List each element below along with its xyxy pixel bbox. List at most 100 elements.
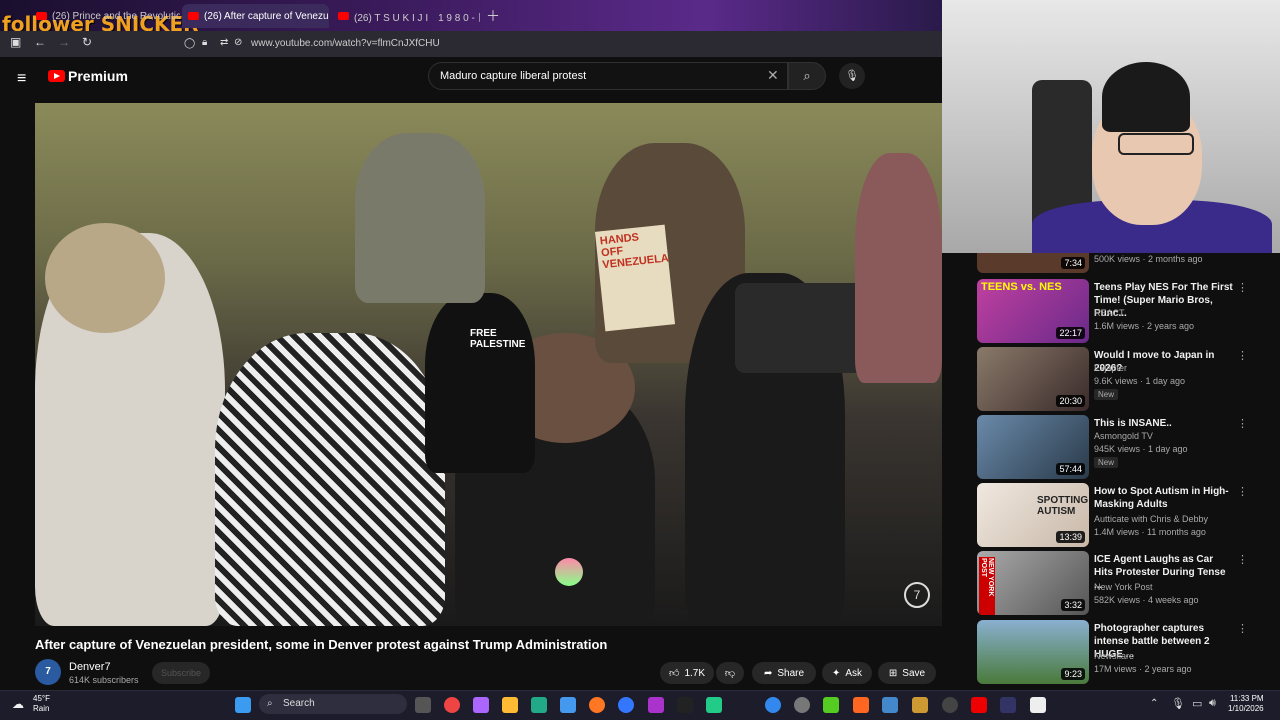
- permissions-icon[interactable]: ⇄: [220, 37, 228, 48]
- video-meta: 9.6K views · 1 day ago: [1094, 376, 1186, 386]
- tab-venezuela[interactable]: (26) After capture of Venezuela✕: [182, 4, 329, 28]
- subscriber-count: 614K subscribers: [69, 675, 139, 685]
- channel-name[interactable]: Asmongold TV: [1094, 431, 1153, 441]
- new-tab-icon[interactable]: ＋: [486, 6, 500, 26]
- app-icon[interactable]: [706, 697, 722, 713]
- protester-figure: [45, 223, 165, 333]
- edge-icon[interactable]: [531, 697, 547, 713]
- more-options-icon[interactable]: ⋮: [1237, 553, 1248, 566]
- clock-date: 1/10/2026: [1228, 704, 1264, 713]
- brave-icon[interactable]: [853, 697, 869, 713]
- windows-taskbar: [0, 690, 1280, 720]
- video-thumbnail[interactable]: TEENS vs. NES 22:17: [977, 279, 1089, 343]
- shirt-text: FREE PALESTINE: [470, 328, 526, 350]
- app-icon[interactable]: [942, 697, 958, 713]
- clear-search-icon[interactable]: ✕: [767, 67, 779, 84]
- tab-tsukiji[interactable]: (26) T S U K I J I 1 9 8 0 - 日本✕: [332, 4, 480, 28]
- back-icon[interactable]: ←: [34, 35, 46, 49]
- taskbar-search[interactable]: ⌕ Search: [259, 694, 407, 714]
- video-title[interactable]: This is INSANE..: [1094, 417, 1234, 430]
- file-explorer-icon[interactable]: [502, 697, 518, 713]
- blocked-icon[interactable]: ⊘: [234, 37, 242, 48]
- app-icon[interactable]: [765, 697, 781, 713]
- lock-icon[interactable]: 🔒︎: [202, 37, 207, 48]
- dislike-button[interactable]: 👎︎: [716, 662, 744, 684]
- channel-name[interactable]: REACT: [1094, 308, 1125, 318]
- app-icon[interactable]: [648, 697, 664, 713]
- volume-icon[interactable]: 🔊︎: [1209, 697, 1216, 710]
- copilot-icon[interactable]: [473, 697, 489, 713]
- chevron-up-icon[interactable]: ⌃: [1150, 698, 1158, 709]
- weather-icon[interactable]: ☁︎: [12, 697, 24, 711]
- channel-name[interactable]: New York Post: [1094, 582, 1153, 592]
- tab-label: (26) After capture of Venezuela: [204, 10, 329, 22]
- channel-name[interactable]: Autticate with Chris & Debby: [1094, 514, 1208, 524]
- more-options-icon[interactable]: ⋮: [1237, 417, 1248, 430]
- obs-icon[interactable]: [794, 697, 810, 713]
- app-icon[interactable]: [882, 697, 898, 713]
- task-view-icon[interactable]: [415, 697, 431, 713]
- recommendation-item[interactable]: NEW YORK POST 3:32 ICE Agent Laughs as C…: [977, 551, 1267, 615]
- video-title[interactable]: How to Spot Autism in High-Masking Adult…: [1094, 485, 1234, 511]
- notepad-icon[interactable]: [1030, 697, 1046, 713]
- like-button[interactable]: 👍︎ 1.7K: [660, 662, 714, 684]
- messenger-icon[interactable]: [618, 697, 634, 713]
- subscribe-button[interactable]: Subscribe: [152, 662, 210, 684]
- more-options-icon[interactable]: ⋮: [1237, 281, 1248, 294]
- more-options-icon[interactable]: ⋮: [1237, 349, 1248, 362]
- video-thumbnail[interactable]: 20:30: [977, 347, 1089, 411]
- display-icon[interactable]: ▭: [1192, 697, 1202, 710]
- recommendation-item[interactable]: 9:23 Photographer captures intense battl…: [977, 620, 1267, 684]
- search-input[interactable]: Maduro capture liberal protest: [440, 70, 586, 82]
- protester-figure: [855, 153, 942, 383]
- search-button[interactable]: ⌕: [788, 62, 826, 90]
- app-icon[interactable]: [823, 697, 839, 713]
- save-button[interactable]: ⊞ Save: [878, 662, 936, 684]
- url-field[interactable]: www.youtube.com/watch?v=flmCnJXfCHU: [251, 38, 440, 49]
- video-thumbnail[interactable]: NEW YORK POST 3:32: [977, 551, 1089, 615]
- video-thumbnail[interactable]: 7:34: [977, 253, 1089, 273]
- chrome-icon[interactable]: [444, 697, 460, 713]
- channel-name[interactable]: Newsflare: [1094, 651, 1134, 661]
- new-badge: New: [1094, 457, 1119, 468]
- video-thumbnail[interactable]: SPOTTING AUTISM 13:39: [977, 483, 1089, 547]
- hamburger-menu-icon[interactable]: ≡: [17, 70, 26, 88]
- microphone-icon[interactable]: 🎙︎: [1171, 697, 1185, 710]
- video-thumbnail[interactable]: 9:23: [977, 620, 1089, 684]
- recommendation-item[interactable]: 7:34 500K views · 2 months ago: [977, 253, 1267, 273]
- reload-icon[interactable]: ↻: [82, 35, 92, 49]
- clock-time: 11:33 PM: [1229, 694, 1264, 703]
- channel-avatar[interactable]: 7: [35, 659, 61, 685]
- thumbnail-text: NEW YORK POST: [979, 557, 995, 615]
- recommendation-item[interactable]: 57:44 This is INSANE.. Asmongold TV 945K…: [977, 415, 1267, 479]
- app-icon[interactable]: [1000, 697, 1016, 713]
- youtube-icon[interactable]: [971, 697, 987, 713]
- channel-name[interactable]: Exjapter: [1094, 363, 1127, 373]
- recommendation-item[interactable]: TEENS vs. NES 22:17 Teens Play NES For T…: [977, 279, 1267, 343]
- recommendation-item[interactable]: 20:30 Would I move to Japan in 2026? Exj…: [977, 347, 1267, 411]
- tab-label: (26) T S U K I J I 1 9 8 0 - 日本: [354, 12, 480, 24]
- sidebar-toggle-icon[interactable]: ▣: [10, 35, 21, 49]
- firefox-icon[interactable]: [589, 697, 605, 713]
- video-thumbnail[interactable]: 57:44: [977, 415, 1089, 479]
- windows-start-icon[interactable]: [235, 697, 251, 713]
- forward-icon[interactable]: →: [58, 35, 70, 49]
- share-icon: ➦: [763, 667, 773, 679]
- voice-search-button[interactable]: 🎙︎: [839, 63, 865, 89]
- ask-button[interactable]: ✦ Ask: [822, 662, 872, 684]
- system-clock[interactable]: 11:33 PM 1/10/2026: [1228, 694, 1264, 714]
- more-options-icon[interactable]: ⋮: [1237, 485, 1248, 498]
- shield-icon[interactable]: ◯: [184, 38, 195, 49]
- youtube-premium-logo[interactable]: Premium: [48, 68, 128, 84]
- channel-name[interactable]: Denver7: [69, 661, 111, 673]
- tab-prince[interactable]: (26) Prince and the Revolution✕: [30, 4, 180, 28]
- weather-widget[interactable]: 45°F Rain: [33, 694, 50, 714]
- video-player[interactable]: HANDS OFF VENEZUELA FREE PALESTINE 7: [35, 103, 942, 626]
- sparkle-icon: ✦: [831, 667, 841, 679]
- terminal-icon[interactable]: [677, 697, 693, 713]
- more-options-icon[interactable]: ⋮: [1237, 622, 1248, 635]
- recommendation-item[interactable]: SPOTTING AUTISM 13:39 How to Spot Autism…: [977, 483, 1267, 547]
- share-button[interactable]: ➦ Share: [752, 662, 816, 684]
- store-icon[interactable]: [560, 697, 576, 713]
- app-icon[interactable]: [912, 697, 928, 713]
